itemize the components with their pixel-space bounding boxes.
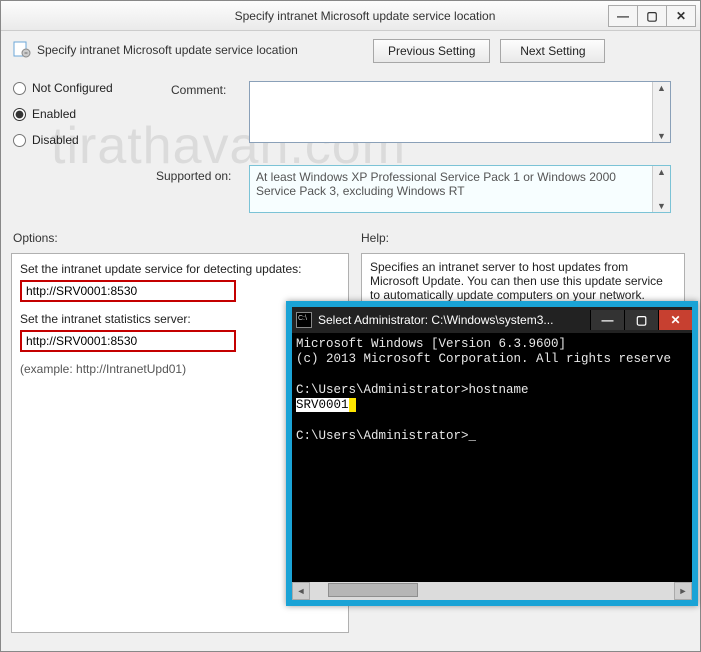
supported-box: At least Windows XP Professional Service… [249, 165, 671, 213]
radio-enabled-input[interactable] [13, 108, 26, 121]
console-title: Select Administrator: C:\Windows\system3… [318, 313, 590, 327]
radio-disabled-input[interactable] [13, 134, 26, 147]
maximize-button[interactable]: ▢ [637, 5, 667, 27]
comment-content[interactable] [250, 82, 652, 142]
policy-icon [13, 41, 31, 59]
comment-label: Comment: [171, 83, 226, 97]
radio-enabled-label: Enabled [32, 107, 76, 121]
console-line-version: Microsoft Windows [Version 6.3.9600] [296, 337, 566, 351]
previous-setting-button[interactable]: Previous Setting [373, 39, 490, 63]
header-subtitle: Specify intranet Microsoft update servic… [37, 43, 298, 57]
console-cmd-1: hostname [469, 383, 529, 397]
scroll-thumb[interactable] [328, 583, 418, 597]
detect-label: Set the intranet update service for dete… [20, 262, 340, 276]
console-close-button[interactable]: ✕ [658, 310, 692, 330]
window-controls: — ▢ ✕ [609, 5, 696, 27]
console-output-hostname: SRV0001 [296, 398, 349, 412]
window-body: Specify intranet Microsoft update servic… [1, 31, 700, 63]
options-label: Options: [13, 231, 58, 245]
supported-scrollbar[interactable]: ▲ ▼ [652, 166, 670, 212]
radio-enabled[interactable]: Enabled [13, 107, 113, 121]
scroll-up-icon[interactable]: ▲ [653, 82, 670, 94]
scroll-left-icon[interactable]: ◄ [292, 582, 310, 600]
scroll-down-icon[interactable]: ▼ [653, 130, 670, 142]
console-body[interactable]: Microsoft Windows [Version 6.3.9600] (c)… [292, 333, 692, 582]
state-radios: Not Configured Enabled Disabled [13, 81, 113, 147]
scroll-track[interactable] [310, 582, 674, 600]
console-scrollbar[interactable]: ◄ ► [292, 582, 692, 600]
console-prompt-2: C:\Users\Administrator> [296, 429, 469, 443]
radio-not-configured-input[interactable] [13, 82, 26, 95]
supported-label: Supported on: [156, 169, 231, 183]
console-maximize-button[interactable]: ▢ [624, 310, 658, 330]
detect-url-input[interactable] [20, 280, 236, 302]
next-setting-button[interactable]: Next Setting [500, 39, 605, 63]
radio-disabled-label: Disabled [32, 133, 79, 147]
console-window: Select Administrator: C:\Windows\system3… [286, 301, 698, 606]
nav-buttons: Previous Setting Next Setting [373, 39, 688, 63]
console-controls: — ▢ ✕ [590, 310, 692, 330]
console-titlebar[interactable]: Select Administrator: C:\Windows\system3… [292, 307, 692, 333]
radio-not-configured-label: Not Configured [32, 81, 113, 95]
help-label: Help: [361, 231, 389, 245]
comment-scrollbar[interactable]: ▲ ▼ [652, 82, 670, 142]
supported-text: At least Windows XP Professional Service… [250, 166, 652, 212]
radio-not-configured[interactable]: Not Configured [13, 81, 113, 95]
minimize-button[interactable]: — [608, 5, 638, 27]
window-title: Specify intranet Microsoft update servic… [1, 9, 609, 23]
console-minimize-button[interactable]: — [590, 310, 624, 330]
stats-url-input[interactable] [20, 330, 236, 352]
scroll-down-icon[interactable]: ▼ [653, 200, 670, 212]
comment-box[interactable]: ▲ ▼ [249, 81, 671, 143]
console-highlight-marker [349, 398, 357, 412]
scroll-up-icon[interactable]: ▲ [653, 166, 670, 178]
help-text: Specifies an intranet server to host upd… [370, 260, 663, 302]
console-cursor: _ [469, 429, 477, 443]
scroll-right-icon[interactable]: ► [674, 582, 692, 600]
console-line-copyright: (c) 2013 Microsoft Corporation. All righ… [296, 352, 671, 366]
close-button[interactable]: ✕ [666, 5, 696, 27]
console-icon [296, 312, 312, 328]
radio-disabled[interactable]: Disabled [13, 133, 113, 147]
console-prompt-1: C:\Users\Administrator> [296, 383, 469, 397]
help-panel: Specifies an intranet server to host upd… [361, 253, 685, 305]
titlebar: Specify intranet Microsoft update servic… [1, 1, 700, 31]
